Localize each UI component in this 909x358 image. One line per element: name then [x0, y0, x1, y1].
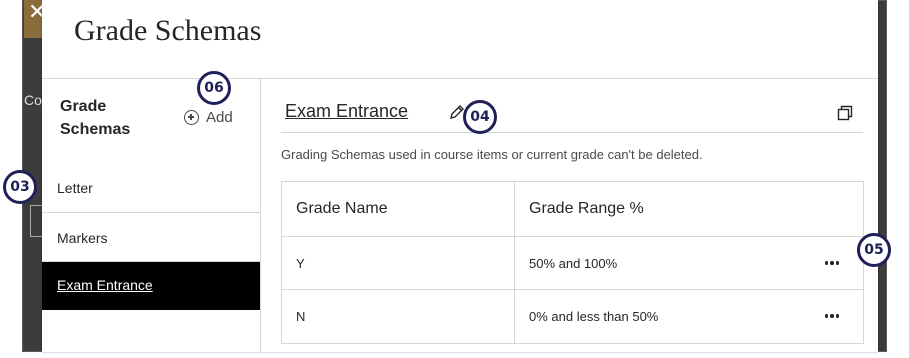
callout-04: 04: [463, 100, 497, 134]
callout-06: 06: [197, 71, 231, 105]
grade-range-cell: 50% and 100%: [529, 255, 618, 271]
grade-name-cell: Y: [282, 237, 515, 289]
column-header-grade-range: Grade Range %: [529, 200, 644, 217]
background-text: Co: [24, 92, 42, 108]
grade-name-cell: N: [282, 290, 515, 343]
table-header-row: Grade Name Grade Range %: [282, 182, 863, 237]
more-options-icon[interactable]: [824, 314, 839, 318]
callout-03: 03: [3, 170, 37, 204]
schema-detail: Exam Entrance Grading Schemas used in co…: [261, 79, 878, 352]
callout-05: 05: [857, 233, 891, 267]
table-row: Y 50% and 100%: [282, 237, 863, 290]
more-options-icon[interactable]: [824, 261, 839, 265]
sidebar: Grade Schemas Add Letter Markers Exam En…: [42, 79, 260, 352]
grade-range-cell: 0% and less than 50%: [529, 309, 659, 324]
copy-icon[interactable]: [837, 105, 853, 121]
add-schema-button[interactable]: Add: [184, 109, 233, 126]
deletion-note: Grading Schemas used in course items or …: [281, 147, 703, 162]
grade-table: Grade Name Grade Range % Y 50% and 100% …: [281, 181, 864, 344]
sidebar-heading: Grade Schemas: [60, 98, 131, 138]
column-header-grade-name: Grade Name: [282, 182, 515, 236]
sidebar-item-exam-entrance[interactable]: Exam Entrance: [42, 262, 260, 310]
sidebar-item-letter[interactable]: Letter: [42, 169, 260, 213]
header-divider: [281, 132, 863, 133]
grade-schemas-panel: Grade Schemas Grade Schemas Add Letter M…: [42, 0, 878, 352]
panel-title: Grade Schemas: [74, 14, 262, 47]
table-row: N 0% and less than 50%: [282, 290, 863, 343]
sidebar-item-markers[interactable]: Markers: [42, 214, 260, 262]
add-label: Add: [206, 109, 233, 126]
plus-circle-icon: [184, 110, 199, 125]
schema-name-link[interactable]: Exam Entrance: [285, 101, 408, 122]
